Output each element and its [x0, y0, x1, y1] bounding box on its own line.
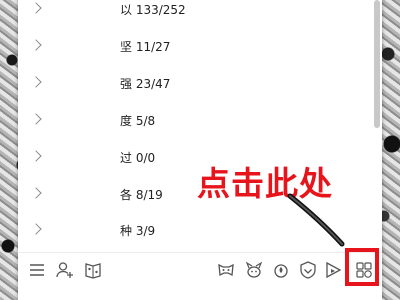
annotation-highlight-box	[345, 248, 379, 286]
list-item-label: 各 8/19	[120, 188, 163, 202]
list-item-label: 过 0/0	[120, 151, 156, 165]
list-item-label: 以 133/252	[120, 3, 186, 17]
chevron-right-icon	[30, 113, 42, 125]
list-item-label: 度 5/8	[120, 114, 156, 128]
list-item-label: 种 3/9	[120, 224, 156, 238]
menu-icon[interactable]	[26, 259, 48, 281]
list-item[interactable]: 以 133/252	[18, 0, 368, 28]
list-item-label: 强 23/47	[120, 77, 171, 91]
chevron-right-icon	[30, 2, 42, 14]
fire-icon[interactable]	[270, 259, 292, 281]
chevron-right-icon	[30, 39, 42, 51]
book-icon[interactable]	[82, 259, 104, 281]
chevron-right-icon	[30, 76, 42, 88]
scrollbar[interactable]	[374, 0, 380, 128]
chevron-right-icon	[30, 150, 42, 162]
list-item[interactable]: 度 5/8	[18, 103, 368, 139]
chevron-right-icon	[30, 223, 42, 235]
list-item[interactable]: 坚 11/27	[18, 29, 368, 65]
game-controller-icon[interactable]	[215, 259, 237, 281]
play-icon[interactable]	[322, 259, 344, 281]
pet-icon[interactable]	[243, 259, 265, 281]
chevron-right-icon	[30, 187, 42, 199]
list-item[interactable]: 强 23/47	[18, 66, 368, 102]
shield-icon[interactable]	[297, 259, 319, 281]
list-item-label: 坚 11/27	[120, 40, 171, 54]
add-user-icon[interactable]	[54, 259, 76, 281]
